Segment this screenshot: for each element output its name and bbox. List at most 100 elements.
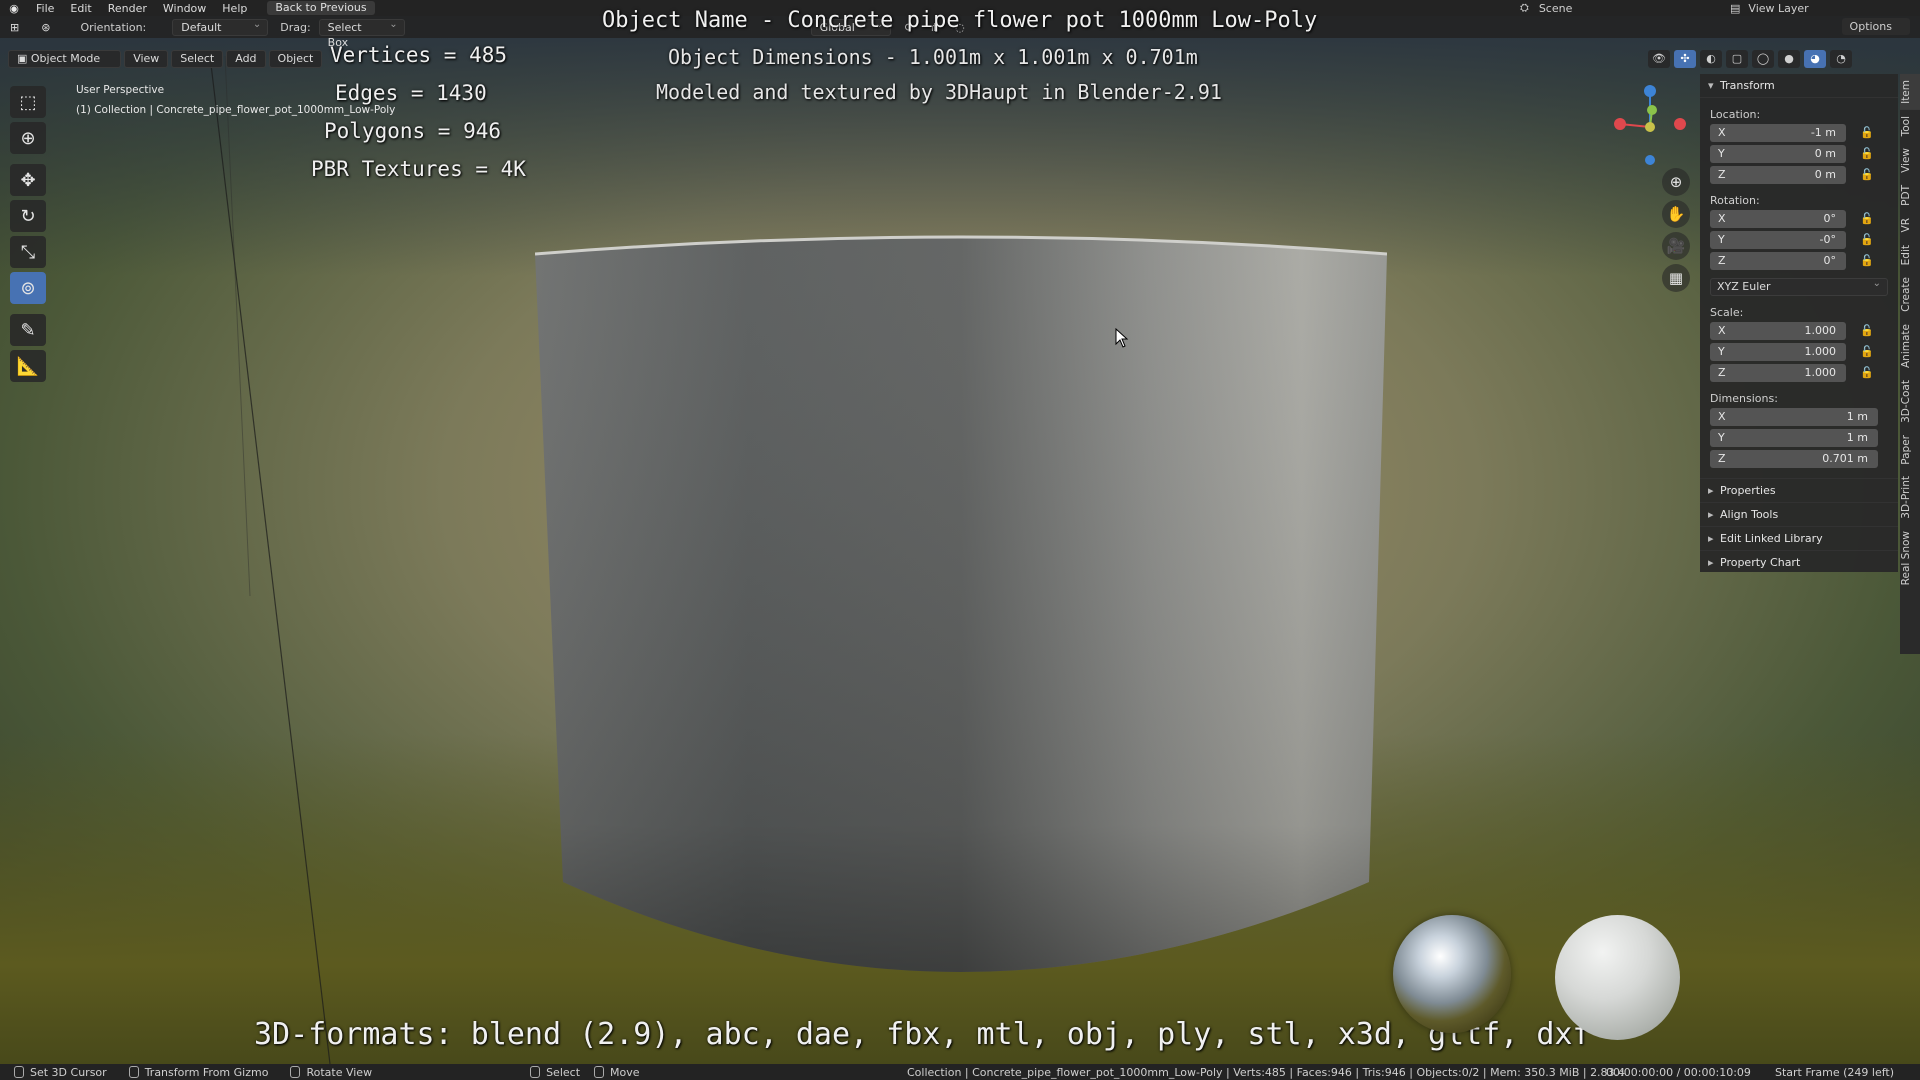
dimension-x-field[interactable]: X1 m [1710, 408, 1878, 426]
scale-z-field[interactable]: Z 1.000 [1710, 364, 1846, 382]
concrete-pot-object[interactable] [535, 232, 1387, 1015]
mouse-cursor-icon [1115, 328, 1129, 348]
drag-dropdown[interactable]: Select Box [318, 17, 405, 49]
menu-edit[interactable]: Edit [62, 2, 99, 15]
scale-x-field[interactable]: X 1.000 [1710, 322, 1846, 340]
menu-render[interactable]: Render [100, 2, 155, 15]
overlay-toggle-icon[interactable]: ◐ [1700, 50, 1722, 68]
tab-3d-coat[interactable]: 3D-Coat [1900, 374, 1920, 429]
rotation-z-field[interactable]: Z 0° [1710, 252, 1846, 270]
measure-tool-icon[interactable]: 📐 [10, 350, 46, 382]
menu-select[interactable]: Select [171, 50, 224, 68]
menu-window[interactable]: Window [155, 2, 214, 15]
object-name-overlay: Object Name - Concrete pipe flower pot 1… [602, 8, 1318, 33]
menu-help[interactable]: Help [214, 2, 255, 15]
mode-dropdown[interactable]: ▣ Object Mode [8, 50, 122, 68]
xray-toggle-icon[interactable]: ▢ [1726, 50, 1748, 68]
gizmo-y-axis [1647, 105, 1657, 115]
lock-icon[interactable]: 🔓 [1860, 147, 1874, 161]
location-z-field[interactable]: Z0 m [1710, 166, 1846, 184]
tab-real-snow[interactable]: Real Snow [1900, 525, 1920, 591]
left-toolbar: ⬚ ⊕ ✥ ↻ ⤡ ⊚ ✎ 📐 [10, 86, 46, 386]
pan-hand-icon[interactable]: ✋ [1662, 200, 1690, 228]
location-x-field[interactable]: X -1 m [1710, 124, 1846, 142]
navigation-gizmo[interactable] [1602, 82, 1702, 172]
rotation-label: Rotation: [1710, 194, 1760, 207]
tab-vr[interactable]: VR [1900, 212, 1920, 238]
tab-3d-print[interactable]: 3D-Print [1900, 470, 1920, 525]
property-chart-subpanel[interactable]: Property Chart [1700, 550, 1898, 575]
location-y-row: Y0 m 🔓 [1710, 145, 1888, 163]
menu-view[interactable]: View [124, 50, 169, 68]
scene-name[interactable]: Scene [1539, 2, 1573, 15]
status-rotate-view: Rotate View [290, 1066, 372, 1079]
rotation-x-field[interactable]: X 0° [1710, 210, 1846, 228]
formats-overlay: 3D-formats: blend (2.9), abc, dae, fbx, … [254, 1017, 1591, 1052]
tab-item[interactable]: Item [1900, 74, 1920, 110]
gizmo-neg-x-axis [1674, 118, 1686, 130]
scene-selector[interactable]: ⛭ Scene [1520, 0, 1572, 16]
polygons-overlay: Polygons = 946 [324, 119, 502, 143]
menu-file[interactable]: File [28, 2, 62, 15]
menu-add[interactable]: Add [226, 50, 266, 68]
location-label: Location: [1710, 108, 1761, 121]
viewport-nav-buttons: ⊕ ✋ 🎥 ▦ [1662, 168, 1692, 296]
dimension-z-field[interactable]: Z 0.701 m [1710, 450, 1878, 468]
lock-icon[interactable]: 🔓 [1860, 212, 1874, 226]
editor-type-icon[interactable]: ⊞ [10, 21, 19, 34]
lock-icon[interactable]: 🔓 [1860, 324, 1874, 338]
tab-pdt[interactable]: PDT [1900, 179, 1920, 212]
select-box-tool-icon[interactable]: ⬚ [10, 86, 46, 118]
view-layer-name[interactable]: View Layer [1748, 2, 1808, 15]
transform-tool-icon[interactable]: ⊚ [10, 272, 46, 304]
align-tools-subpanel[interactable]: Align Tools [1700, 502, 1898, 527]
lock-icon[interactable]: 🔓 [1860, 345, 1874, 359]
options-dropdown[interactable]: Options [1841, 18, 1910, 35]
rotate-tool-icon[interactable]: ↻ [10, 200, 46, 232]
transform-panel-header[interactable]: Transform [1700, 74, 1898, 98]
menu-object[interactable]: Object [268, 50, 323, 68]
cursor-tool-icon[interactable]: ⊕ [10, 122, 46, 154]
lock-icon[interactable]: 🔓 [1860, 254, 1874, 268]
scale-y-field[interactable]: Y 1.000 [1710, 343, 1846, 361]
rotation-mode-dropdown[interactable]: XYZ Euler [1710, 276, 1888, 296]
scale-y-row: Y 1.000 🔓 [1710, 343, 1888, 361]
zoom-icon[interactable]: ⊕ [1662, 168, 1690, 196]
rendered-shading-icon[interactable]: ◔ [1830, 50, 1852, 68]
mouse-middle-icon [290, 1066, 301, 1078]
location-y-field[interactable]: Y0 m [1710, 145, 1846, 163]
blender-logo-icon[interactable]: ◉ [0, 2, 28, 15]
dimension-y-field[interactable]: Y1 m [1710, 429, 1878, 447]
viewport-shading-header: 👁 ✣ ◐ ▢ ◯ ● ◕ ◔ [1648, 50, 1852, 70]
ortho-grid-icon[interactable]: ▦ [1662, 264, 1690, 292]
dimension-y-row: Y1 m [1710, 429, 1888, 447]
tab-paper[interactable]: Paper [1900, 429, 1920, 471]
properties-subpanel[interactable]: Properties [1700, 478, 1898, 503]
tab-view[interactable]: View [1900, 142, 1920, 179]
tab-create[interactable]: Create [1900, 271, 1920, 318]
view-layer-selector[interactable]: ▤ View Layer [1730, 0, 1809, 16]
solid-shading-icon[interactable]: ● [1778, 50, 1800, 68]
material-preview-shading-icon[interactable]: ◕ [1804, 50, 1826, 68]
move-tool-icon[interactable]: ✥ [10, 164, 46, 196]
tab-edit[interactable]: Edit [1900, 239, 1920, 271]
lock-icon[interactable]: 🔓 [1860, 233, 1874, 247]
rotation-y-field[interactable]: Y -0° [1710, 231, 1846, 249]
camera-view-icon[interactable]: 🎥 [1662, 232, 1690, 260]
lock-icon[interactable]: 🔓 [1860, 366, 1874, 380]
wireframe-shading-icon[interactable]: ◯ [1752, 50, 1774, 68]
gizmo-toggle-icon[interactable]: ✣ [1674, 50, 1696, 68]
tab-animate[interactable]: Animate [1900, 318, 1920, 374]
vertices-overlay: Vertices = 485 [330, 43, 508, 67]
orientation-dropdown[interactable]: Default [172, 17, 269, 36]
lock-icon[interactable]: 🔓 [1860, 126, 1874, 140]
scale-tool-icon[interactable]: ⤡ [10, 236, 46, 268]
edit-linked-library-subpanel[interactable]: Edit Linked Library [1700, 526, 1898, 551]
tab-tool[interactable]: Tool [1900, 110, 1920, 142]
lock-icon[interactable]: 🔓 [1860, 168, 1874, 182]
back-to-previous-button[interactable]: Back to Previous [267, 1, 375, 15]
annotate-tool-icon[interactable]: ✎ [10, 314, 46, 346]
start-frame-info: Start Frame (249 left) [1775, 1065, 1895, 1079]
credit-overlay: Modeled and textured by 3DHaupt in Blend… [656, 80, 1222, 104]
visibility-icon[interactable]: 👁 [1648, 50, 1670, 68]
